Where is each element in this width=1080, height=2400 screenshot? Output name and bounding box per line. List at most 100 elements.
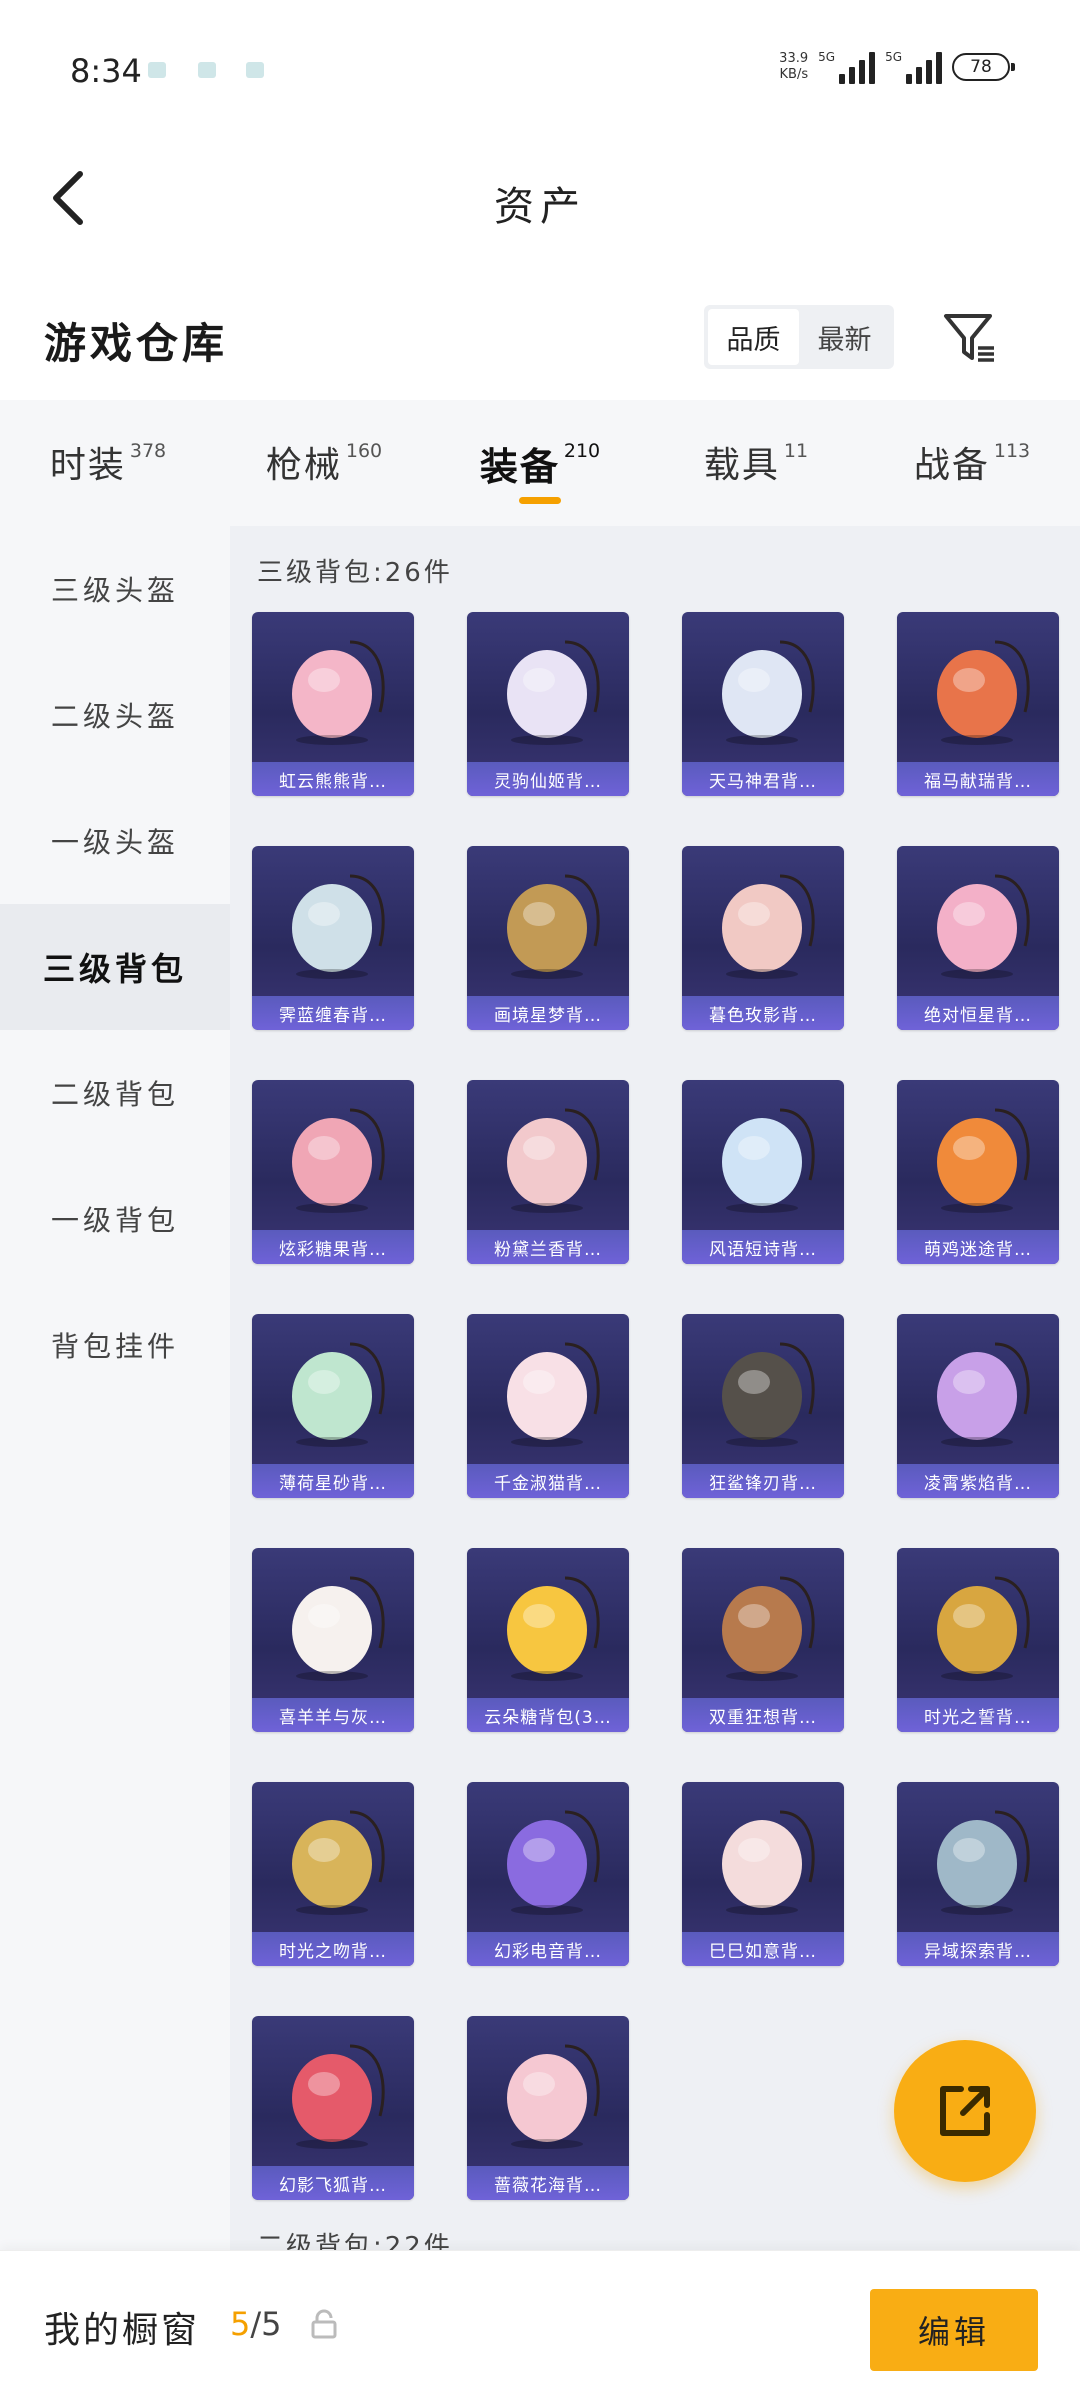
net-speed: 33.9 KB/s bbox=[779, 51, 809, 82]
item-thumbnail bbox=[937, 640, 1030, 745]
item-thumbnail bbox=[292, 1342, 385, 1447]
notification-icon bbox=[246, 62, 264, 78]
item-card[interactable]: 幻彩电音背… bbox=[467, 1782, 629, 1966]
item-name: 霁蓝缠春背… bbox=[252, 996, 414, 1030]
item-card[interactable]: 狂鲨锋刃背… bbox=[682, 1314, 844, 1498]
battery-icon: 78 bbox=[952, 53, 1015, 81]
item-card[interactable]: 时光之誓背… bbox=[897, 1548, 1059, 1732]
network-type: 5G bbox=[818, 50, 836, 64]
item-name: 福马献瑞背… bbox=[897, 762, 1059, 796]
item-thumbnail bbox=[292, 1810, 385, 1915]
item-card[interactable]: 蔷薇花海背… bbox=[467, 2016, 629, 2200]
lock-icon bbox=[310, 2309, 338, 2339]
item-name: 天马神君背… bbox=[682, 762, 844, 796]
sort-toggle: 品质 最新 bbox=[704, 305, 894, 369]
item-card[interactable]: 炫彩糖果背… bbox=[252, 1080, 414, 1264]
showcase-count: 5/5 bbox=[230, 2305, 282, 2343]
tab-weapons[interactable]: 枪械 160 bbox=[216, 400, 432, 526]
item-thumbnail bbox=[722, 1342, 815, 1447]
edit-button[interactable]: 编辑 bbox=[870, 2289, 1038, 2371]
item-name: 画境星梦背… bbox=[467, 996, 629, 1030]
item-thumbnail bbox=[507, 640, 600, 745]
item-card[interactable]: 云朵糖背包(3… bbox=[467, 1548, 629, 1732]
sidebar-item-level3-backpack[interactable]: 三级背包 bbox=[0, 904, 230, 1030]
item-thumbnail bbox=[292, 2044, 385, 2149]
item-card[interactable]: 福马献瑞背… bbox=[897, 612, 1059, 796]
item-card[interactable]: 暮色玫影背… bbox=[682, 846, 844, 1030]
external-link-icon bbox=[940, 2086, 990, 2136]
item-card[interactable]: 灵驹仙姬背… bbox=[467, 612, 629, 796]
item-thumbnail bbox=[507, 2044, 600, 2149]
item-card[interactable]: 巳巳如意背… bbox=[682, 1782, 844, 1966]
item-thumbnail bbox=[937, 874, 1030, 979]
item-name: 巳巳如意背… bbox=[682, 1932, 844, 1966]
item-card[interactable]: 粉黛兰香背… bbox=[467, 1080, 629, 1264]
item-name: 幻彩电音背… bbox=[467, 1932, 629, 1966]
item-name: 粉黛兰香背… bbox=[467, 1230, 629, 1264]
item-card[interactable]: 虹云熊熊背… bbox=[252, 612, 414, 796]
item-thumbnail bbox=[292, 1576, 385, 1681]
item-name: 幻影飞狐背… bbox=[252, 2166, 414, 2200]
item-name: 萌鸡迷途背… bbox=[897, 1230, 1059, 1264]
item-name: 喜羊羊与灰… bbox=[252, 1698, 414, 1732]
status-indicators: 33.9 KB/s 5G 5G 78 bbox=[779, 50, 1015, 84]
item-thumbnail bbox=[507, 1576, 600, 1681]
tab-fashion[interactable]: 时装 378 bbox=[0, 400, 216, 526]
item-card[interactable]: 千金淑猫背… bbox=[467, 1314, 629, 1498]
item-thumbnail bbox=[292, 874, 385, 979]
warehouse-row: 游戏仓库 品质 最新 bbox=[0, 280, 1080, 400]
share-button[interactable] bbox=[894, 2040, 1036, 2182]
item-name: 灵驹仙姬背… bbox=[467, 762, 629, 796]
sort-quality-button[interactable]: 品质 bbox=[708, 309, 799, 365]
sidebar-item-level3-helmet[interactable]: 三级头盔 bbox=[0, 526, 230, 652]
item-thumbnail bbox=[937, 1576, 1030, 1681]
item-thumbnail bbox=[722, 1108, 815, 1213]
item-name: 暮色玫影背… bbox=[682, 996, 844, 1030]
item-thumbnail bbox=[937, 1810, 1030, 1915]
sort-newest-button[interactable]: 最新 bbox=[799, 309, 890, 365]
sidebar-item-level1-backpack[interactable]: 一级背包 bbox=[0, 1156, 230, 1282]
item-name: 双重狂想背… bbox=[682, 1698, 844, 1732]
item-card[interactable]: 霁蓝缠春背… bbox=[252, 846, 414, 1030]
item-name: 狂鲨锋刃背… bbox=[682, 1464, 844, 1498]
item-card[interactable]: 凌霄紫焰背… bbox=[897, 1314, 1059, 1498]
item-card[interactable]: 幻影飞狐背… bbox=[252, 2016, 414, 2200]
item-card[interactable]: 天马神君背… bbox=[682, 612, 844, 796]
item-thumbnail bbox=[507, 1810, 600, 1915]
notification-icon bbox=[198, 62, 216, 78]
item-name: 时光之誓背… bbox=[897, 1698, 1059, 1732]
filter-button[interactable] bbox=[940, 308, 1000, 368]
signal-icon bbox=[839, 50, 876, 84]
item-card[interactable]: 画境星梦背… bbox=[467, 846, 629, 1030]
item-card[interactable]: 时光之吻背… bbox=[252, 1782, 414, 1966]
sidebar-item-level1-helmet[interactable]: 一级头盔 bbox=[0, 778, 230, 904]
item-card[interactable]: 风语短诗背… bbox=[682, 1080, 844, 1264]
header: 资产 bbox=[0, 140, 1080, 260]
tab-equipment[interactable]: 装备 210 bbox=[432, 400, 648, 526]
item-card[interactable]: 喜羊羊与灰… bbox=[252, 1548, 414, 1732]
item-name: 云朵糖背包(3… bbox=[467, 1698, 629, 1732]
item-thumbnail bbox=[292, 640, 385, 745]
item-thumbnail bbox=[507, 1342, 600, 1447]
item-panel: 三级背包:26件 虹云熊熊背… 灵驹仙姬背… 天马神君背… 福马献瑞背… 霁蓝缠春背… 画… bbox=[230, 526, 1080, 2250]
status-time: 8:34 bbox=[70, 52, 142, 90]
item-card[interactable]: 薄荷星砂背… bbox=[252, 1314, 414, 1498]
item-card[interactable]: 异域探索背… bbox=[897, 1782, 1059, 1966]
item-card[interactable]: 萌鸡迷途背… bbox=[897, 1080, 1059, 1264]
item-thumbnail bbox=[937, 1342, 1030, 1447]
item-name: 异域探索背… bbox=[897, 1932, 1059, 1966]
item-card[interactable]: 绝对恒星背… bbox=[897, 846, 1059, 1030]
filter-icon bbox=[944, 314, 994, 362]
tab-vehicles[interactable]: 载具 11 bbox=[648, 400, 864, 526]
sidebar-item-backpack-charms[interactable]: 背包挂件 bbox=[0, 1282, 230, 1408]
item-name: 千金淑猫背… bbox=[467, 1464, 629, 1498]
network-type: 5G bbox=[885, 50, 902, 64]
section-title: 三级背包:26件 bbox=[257, 558, 453, 588]
sidebar-item-level2-backpack[interactable]: 二级背包 bbox=[0, 1030, 230, 1156]
bottom-bar: 我的橱窗 5/5 编辑 bbox=[0, 2250, 1080, 2400]
tab-active-indicator bbox=[519, 497, 561, 504]
sidebar-item-level2-helmet[interactable]: 二级头盔 bbox=[0, 652, 230, 778]
item-name: 虹云熊熊背… bbox=[252, 762, 414, 796]
tab-supplies[interactable]: 战备 113 bbox=[864, 400, 1080, 526]
item-card[interactable]: 双重狂想背… bbox=[682, 1548, 844, 1732]
